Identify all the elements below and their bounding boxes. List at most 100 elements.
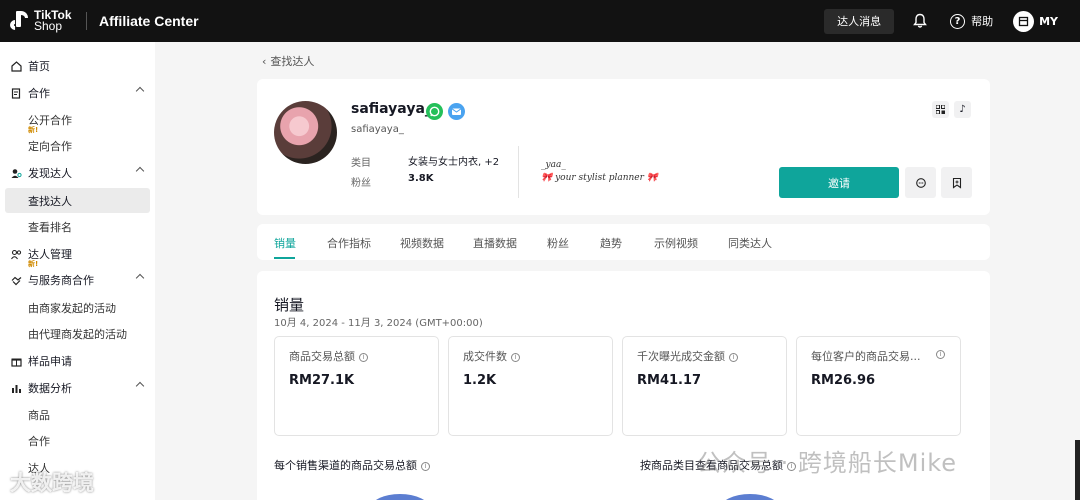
sidebar-item-targeted-coop[interactable]: 定向合作 bbox=[5, 133, 150, 158]
metric-card-gmv-per-customer: 每位客户的商品交易... i RM26.96 bbox=[796, 336, 961, 436]
metric-value: 1.2K bbox=[463, 373, 497, 388]
metric-label: 千次曝光成交金额 bbox=[637, 350, 725, 363]
chevron-up-icon[interactable] bbox=[135, 381, 145, 391]
invite-button[interactable]: 邀请 bbox=[779, 167, 899, 198]
sidebar-item-label: 与服务商合作 bbox=[28, 274, 94, 287]
category-donut-chart bbox=[720, 494, 780, 500]
metric-label: 每位客户的商品交易... bbox=[811, 350, 921, 363]
metric-label: 成交件数 bbox=[463, 350, 507, 363]
sidebar-item-cooperation[interactable]: 合作 bbox=[0, 80, 155, 106]
sidebar-item-home[interactable]: 首页 bbox=[0, 53, 155, 79]
info-icon[interactable]: i bbox=[421, 462, 430, 471]
sidebar-item-label: 查看排名 bbox=[28, 220, 72, 234]
category-label: 类目 bbox=[351, 158, 371, 169]
tab-sample-videos[interactable]: 示例视频 bbox=[654, 235, 698, 251]
whatsapp-icon[interactable] bbox=[426, 103, 443, 120]
chevron-up-icon[interactable] bbox=[135, 273, 145, 283]
help-button[interactable]: ? 帮助 bbox=[950, 13, 993, 29]
followers-label: 粉丝 bbox=[351, 178, 371, 189]
sidebar-item-coop-analytics[interactable]: 合作 bbox=[5, 428, 150, 453]
sidebar-item-open-coop[interactable]: 公开合作 bbox=[5, 107, 150, 132]
section-title: 销量 bbox=[274, 296, 305, 314]
home-icon bbox=[11, 60, 22, 72]
sidebar-item-label: 首页 bbox=[28, 60, 50, 73]
user-menu[interactable]: MY bbox=[1013, 10, 1058, 32]
help-label: 帮助 bbox=[971, 15, 994, 28]
bio-line-1: _yaa_ bbox=[541, 160, 566, 170]
followers-value: 3.8K bbox=[408, 173, 434, 184]
sidebar-item-label: 合作 bbox=[28, 87, 50, 100]
creator-avatar[interactable] bbox=[274, 101, 337, 164]
chevron-left-icon: ‹ bbox=[262, 54, 267, 68]
top-bar: TikTok Shop Affiliate Center 达人消息 ? 帮助 M… bbox=[0, 0, 1080, 42]
tiktok-note-icon bbox=[7, 10, 30, 33]
chevron-up-icon[interactable] bbox=[135, 86, 145, 96]
qr-code-icon[interactable] bbox=[932, 101, 949, 118]
sidebar-item-analytics[interactable]: 数据分析 bbox=[0, 375, 155, 401]
sidebar-item-discover-creators[interactable]: 发现达人 bbox=[0, 160, 155, 186]
edge-strip bbox=[1075, 440, 1080, 500]
info-icon[interactable]: i bbox=[729, 353, 738, 362]
metric-value: RM41.17 bbox=[637, 373, 702, 388]
sidebar-item-merchant-campaigns[interactable]: 由商家发起的活动 bbox=[5, 295, 150, 320]
users-icon bbox=[11, 249, 22, 260]
profile-divider bbox=[518, 146, 519, 198]
bar-chart-icon bbox=[11, 383, 22, 394]
sidebar: 首页 合作 公开合作 新! 定向合作 发现达人 查找达人 查看排名 达人管理 新… bbox=[0, 42, 155, 500]
channel-gmv-title: 每个销售渠道的商品交易总额 i bbox=[274, 457, 430, 473]
sidebar-item-samples[interactable]: 样品申请 bbox=[0, 348, 155, 374]
bookmark-icon bbox=[952, 177, 961, 189]
gift-icon bbox=[11, 356, 22, 367]
tab-video-data[interactable]: 视频数据 bbox=[400, 235, 444, 251]
app-title: Affiliate Center bbox=[99, 13, 199, 29]
user-search-icon bbox=[11, 168, 22, 179]
bookmark-button[interactable] bbox=[941, 167, 972, 198]
watermark-wechat: 公众号 · 跨境船长Mike bbox=[697, 449, 958, 477]
sidebar-item-ranking[interactable]: 查看排名 bbox=[5, 214, 150, 239]
category-value: 女装与女士内衣, +2 bbox=[408, 157, 500, 168]
tiktok-icon[interactable]: ♪ bbox=[954, 101, 971, 118]
channel-donut-chart bbox=[370, 494, 430, 500]
tiktok-shop-logo[interactable]: TikTok Shop bbox=[7, 9, 82, 33]
sidebar-item-label: 由代理商发起的活动 bbox=[28, 327, 127, 341]
creator-name: safiayaya_ bbox=[351, 101, 432, 117]
sidebar-item-label: 样品申请 bbox=[28, 355, 72, 368]
bio-line-2: 🎀 your stylist planner 🎀 bbox=[541, 173, 658, 183]
help-icon: ? bbox=[950, 13, 966, 29]
tab-coop-metrics[interactable]: 合作指标 bbox=[327, 235, 371, 251]
chevron-up-icon[interactable] bbox=[135, 166, 145, 176]
store-avatar-icon bbox=[1013, 10, 1035, 32]
breadcrumb[interactable]: ‹ 查找达人 bbox=[262, 53, 314, 69]
handshake-icon bbox=[11, 275, 22, 286]
email-icon[interactable] bbox=[448, 103, 465, 120]
sidebar-item-service-coop[interactable]: 与服务商合作 bbox=[0, 267, 155, 293]
creator-messages-button[interactable]: 达人消息 bbox=[824, 8, 895, 34]
creator-profile-card: safiayaya_ safiayaya_ 类目 女装与女士内衣, +2 粉丝 … bbox=[257, 79, 990, 215]
watermark-dashu: 大数跨境 bbox=[10, 471, 94, 495]
chat-button[interactable] bbox=[905, 167, 936, 198]
sidebar-item-products[interactable]: 商品 bbox=[5, 402, 150, 427]
sidebar-item-find-creators[interactable]: 查找达人 bbox=[5, 188, 150, 213]
info-icon[interactable]: i bbox=[511, 353, 520, 362]
tab-similar-creators[interactable]: 同类达人 bbox=[728, 235, 772, 251]
metric-value: RM26.96 bbox=[811, 373, 876, 388]
tab-followers[interactable]: 粉丝 bbox=[547, 235, 569, 251]
info-icon[interactable]: i bbox=[936, 350, 945, 359]
sidebar-item-label: 数据分析 bbox=[28, 382, 72, 395]
tab-trends[interactable]: 趋势 bbox=[600, 235, 622, 251]
info-icon[interactable]: i bbox=[359, 353, 368, 362]
bell-icon[interactable] bbox=[912, 13, 928, 29]
breadcrumb-back-label: 查找达人 bbox=[270, 55, 315, 68]
sidebar-item-agency-campaigns[interactable]: 由代理商发起的活动 bbox=[5, 321, 150, 346]
metric-label: 商品交易总额 bbox=[289, 350, 355, 363]
sidebar-item-label: 由商家发起的活动 bbox=[28, 301, 116, 315]
chat-icon bbox=[915, 177, 926, 188]
header-divider bbox=[86, 12, 87, 30]
sidebar-item-creator-management[interactable]: 达人管理 bbox=[0, 241, 155, 267]
tab-bar: 销量 合作指标 视频数据 直播数据 粉丝 趋势 示例视频 同类达人 bbox=[257, 224, 990, 260]
tab-live-data[interactable]: 直播数据 bbox=[473, 235, 517, 251]
tab-sales[interactable]: 销量 bbox=[274, 235, 296, 251]
metric-value: RM27.1K bbox=[289, 373, 355, 388]
channel-gmv-label: 每个销售渠道的商品交易总额 bbox=[274, 459, 417, 472]
sidebar-item-label: 合作 bbox=[28, 434, 50, 448]
